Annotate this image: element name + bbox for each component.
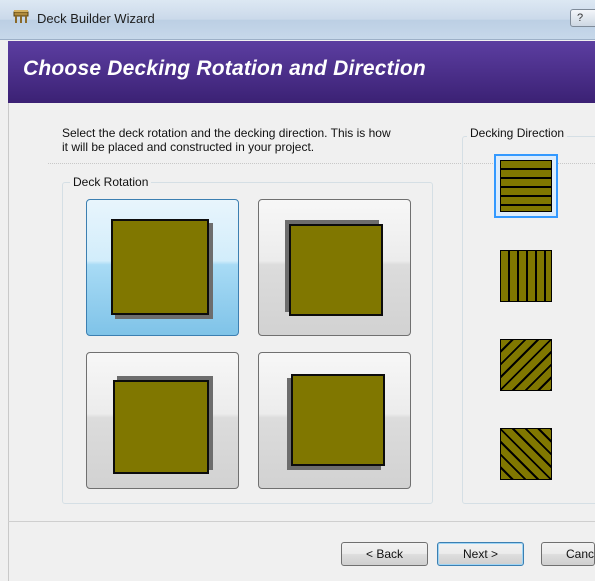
help-icon: ?: [577, 12, 584, 24]
wizard-banner: Choose Decking Rotation and Direction: [8, 41, 595, 103]
rotation-option-1[interactable]: [86, 199, 239, 336]
cancel-button-label: Cancel: [566, 547, 595, 561]
instructions-line-1: Select the deck rotation and the decking…: [62, 126, 391, 140]
horizontal-boards-icon: [500, 160, 552, 212]
rotation-option-3[interactable]: [86, 352, 239, 489]
cancel-button[interactable]: Cancel: [541, 542, 595, 566]
instructions-line-2: it will be placed and constructed in you…: [62, 140, 315, 154]
next-button[interactable]: Next >: [437, 542, 524, 566]
deck-square-icon: [289, 224, 383, 316]
deck-square-icon: [111, 219, 209, 315]
footer-divider: [8, 521, 595, 522]
deck-rotation-label: Deck Rotation: [70, 175, 152, 189]
direction-option-diagonal-b[interactable]: [494, 422, 558, 486]
window-title: Deck Builder Wizard: [37, 11, 155, 26]
help-button[interactable]: ?: [570, 9, 595, 27]
deck-square-icon: [291, 374, 385, 466]
back-button[interactable]: < Back: [341, 542, 428, 566]
instructions-text: Select the deck rotation and the decking…: [62, 126, 462, 154]
frame-divider: [8, 103, 9, 581]
page-title: Choose Decking Rotation and Direction: [23, 57, 426, 80]
decking-direction-label: Decking Direction: [467, 126, 568, 140]
rotation-option-4[interactable]: [258, 352, 411, 489]
window-titlebar[interactable]: Deck Builder Wizard ?: [0, 0, 595, 40]
direction-option-diagonal-a[interactable]: [494, 333, 558, 397]
vertical-boards-icon: [500, 250, 552, 302]
rotation-option-2[interactable]: [258, 199, 411, 336]
direction-option-vertical[interactable]: [494, 244, 558, 308]
direction-option-horizontal[interactable]: [494, 154, 558, 218]
deck-square-icon: [113, 380, 209, 474]
diagonal-boards-icon: [500, 339, 552, 391]
deck-app-icon: [13, 10, 29, 23]
diagonal-boards-reverse-icon: [500, 428, 552, 480]
